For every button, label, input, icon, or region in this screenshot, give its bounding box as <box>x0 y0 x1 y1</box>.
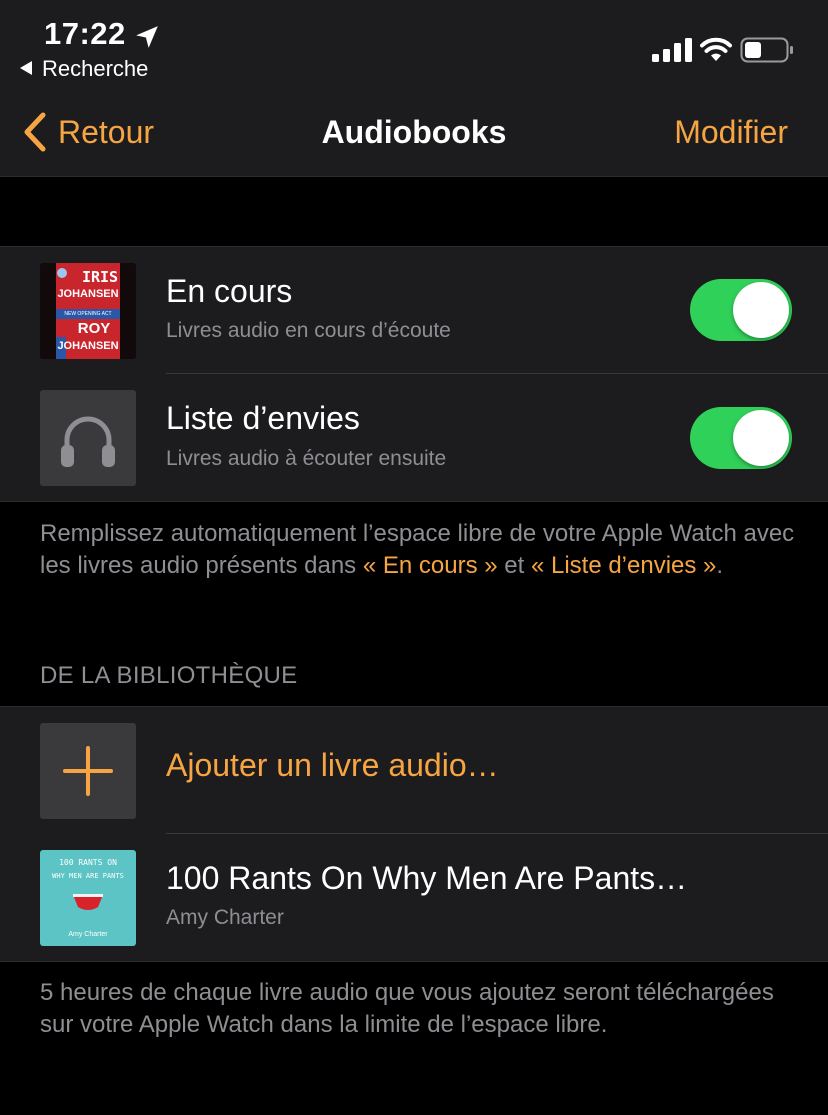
cover-author-2b: JOHANSEN <box>57 340 119 352</box>
toggle-knob <box>733 410 789 466</box>
row-subtitle: Livres audio à écouter ensuite <box>166 447 447 470</box>
wifi-icon <box>700 37 732 61</box>
navigation-bar: Retour Audiobooks Modifier <box>0 96 828 177</box>
row-title: Liste d’envies <box>166 400 360 436</box>
row-subtitle: Livres audio en cours d’écoute <box>166 319 451 342</box>
back-app-label: Recherche <box>42 56 149 81</box>
footer-text-part: et <box>497 552 531 579</box>
back-triangle-icon <box>20 61 32 75</box>
book-author: Amy Charter <box>166 906 284 929</box>
book-cover-rants: 100 RANTS ON WHY MEN ARE PANTS Amy Chart… <box>40 850 136 946</box>
list-item-liste-envies: Liste d’envies Livres audio à écouter en… <box>0 374 828 501</box>
location-arrow-icon <box>136 26 158 48</box>
back-to-app-link[interactable]: Recherche <box>20 56 148 82</box>
cover-author-2: ROY <box>77 320 111 337</box>
cover-author: Amy Charter <box>68 931 108 938</box>
book-title: 100 Rants On Why Men Are Pants… <box>166 860 688 896</box>
add-audiobook-row[interactable]: Ajouter un livre audio… <box>0 707 828 834</box>
add-audiobook-label: Ajouter un livre audio… <box>166 747 499 783</box>
battery-icon <box>740 37 793 63</box>
add-thumb <box>40 723 136 819</box>
liste-envies-link[interactable]: « Liste d’envies » <box>531 552 716 579</box>
edit-button[interactable]: Modifier <box>674 114 788 151</box>
en-cours-toggle[interactable] <box>690 279 792 341</box>
library-footer: 5 heures de chaque livre audio que vous … <box>40 979 774 1038</box>
book-cover-en-cours: IRIS JOHANSEN NEW OPENING ACT ROY JOHANS… <box>40 263 136 359</box>
headphones-icon <box>61 416 115 467</box>
en-cours-link[interactable]: « En cours » <box>363 552 498 579</box>
status-time: 17:22 <box>44 16 126 51</box>
section-header-library: DE LA BIBLIOTHÈQUE <box>40 662 298 689</box>
plus-icon <box>63 746 113 796</box>
cover-author-1b: JOHANSEN <box>57 288 119 300</box>
list-item-en-cours: IRIS JOHANSEN NEW OPENING ACT ROY JOHANS… <box>0 247 828 374</box>
auto-sync-footer: Remplissez automatiquement l’espace libr… <box>40 518 800 582</box>
list-item-book[interactable]: 100 RANTS ON WHY MEN ARE PANTS Amy Chart… <box>0 834 828 961</box>
status-bar: 17:22 Recherche <box>0 0 828 96</box>
headphones-thumb <box>40 390 136 486</box>
cover-band: NEW OPENING ACT <box>64 311 112 317</box>
liste-envies-toggle[interactable] <box>690 407 792 469</box>
cover-author-1: IRIS <box>81 268 119 286</box>
signal-icon <box>652 38 692 62</box>
toggle-knob <box>733 282 789 338</box>
footer-text-part: . <box>716 552 724 579</box>
auto-sync-group: IRIS JOHANSEN NEW OPENING ACT ROY JOHANS… <box>0 246 828 502</box>
row-title: En cours <box>166 273 293 309</box>
library-group: Ajouter un livre audio… 100 RANTS ON WHY… <box>0 706 828 962</box>
